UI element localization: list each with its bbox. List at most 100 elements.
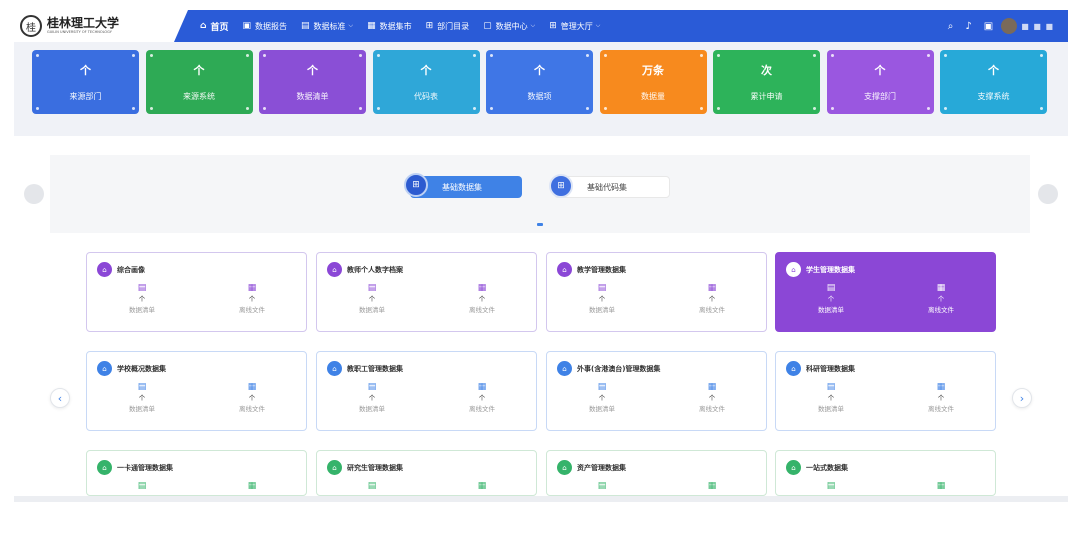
dataset-card[interactable]: ⌂ 教职工管理数据集 ▤ 个数据清单 ▦ 个离线文件 [316, 351, 537, 431]
corner-dot [149, 107, 153, 110]
metric-offline-file[interactable]: ▦ [682, 481, 742, 492]
stat-card-6[interactable]: 次累计申请 [713, 50, 820, 114]
stat-card-8[interactable]: 个支撑系统 [940, 50, 1047, 114]
stat-label: 累计申请 [750, 92, 783, 101]
avatar[interactable] [1001, 18, 1018, 34]
dataset-card[interactable]: ⌂ 综合画像 ▤ 个数据清单 ▦ 个离线文件 [86, 252, 307, 332]
nav-item-1[interactable]: ▣ 数据报告 [242, 21, 287, 32]
carousel-prev-circle[interactable] [24, 184, 44, 204]
file-icon: ▦ [247, 382, 257, 392]
metric-value: 个 [368, 295, 376, 303]
university-logo[interactable]: 桂 桂林理工大学 GUILIN UNIVERSITY OF TECHNOLOGY [14, 10, 188, 42]
metric-offline-file[interactable]: ▦ 个离线文件 [911, 382, 971, 414]
metric-offline-file[interactable]: ▦ [911, 481, 971, 492]
corner-dot [603, 107, 607, 110]
metric-label: 离线文件 [469, 405, 495, 413]
metric-data-list[interactable]: ▤ [572, 481, 632, 492]
nav-item-5[interactable]: ▢ 数据中心 ⌵ [483, 21, 535, 32]
stat-card-5[interactable]: 万条 数据量 [599, 50, 707, 114]
grid-prev-button[interactable]: ‹ [50, 388, 70, 408]
metric-data-list[interactable]: ▤ 个数据清单 [801, 382, 861, 414]
dataset-card[interactable]: ⌂ 外事(含港澳台)管理数据集 ▤ 个数据清单 ▦ 个离线文件 [546, 351, 767, 431]
dataset-card[interactable]: ⌂ 教学管理数据集 ▤ 个数据清单 ▦ 个离线文件 [546, 252, 767, 332]
corner-dot [699, 54, 703, 57]
metric-data-list[interactable]: ▤ 个数据清单 [112, 382, 172, 414]
dataset-card[interactable]: ⌂ 资产管理数据集 ▤ ▦ [546, 450, 767, 496]
metric-data-list[interactable]: ▤ 个数据清单 [342, 283, 402, 315]
corner-dot [36, 107, 39, 110]
list-icon: ▤ [826, 481, 836, 491]
nav-item-2[interactable]: ▤ 数据标准 ⌵ [301, 21, 353, 32]
page: 桂 桂林理工大学 GUILIN UNIVERSITY OF TECHNOLOGY… [0, 0, 1080, 538]
metric-data-list[interactable]: ▤ 个数据清单 [801, 283, 861, 315]
stat-label: 数据量 [641, 92, 665, 101]
corner-dot [472, 107, 476, 110]
metric-label: 离线文件 [699, 306, 725, 314]
metric-data-list[interactable]: ▤ [342, 481, 402, 492]
market-icon: ▦ [367, 21, 376, 31]
metric-value: 个 [248, 295, 256, 303]
file-icon: ▦ [247, 481, 257, 491]
nav-item-label: 首页 [210, 22, 229, 33]
stat-card-1[interactable]: 个来源系统 [145, 50, 253, 114]
dataset-card[interactable]: ⌂ 学校概况数据集 ▤ 个数据清单 ▦ 个离线文件 [86, 351, 307, 431]
nav-item-6[interactable]: ⊞ 管理大厅 ⌵ [549, 21, 600, 32]
metric-data-list[interactable]: ▤ 个数据清单 [572, 382, 632, 414]
grid-next-button[interactable]: › [1012, 388, 1032, 408]
metric-offline-file[interactable]: ▦ 个离线文件 [682, 283, 742, 315]
stat-value: 次 [761, 64, 772, 77]
metric-data-list[interactable]: ▤ [112, 481, 172, 492]
metric-data-list[interactable]: ▤ [801, 481, 861, 492]
metric-data-list[interactable]: ▤ 个数据清单 [112, 283, 172, 315]
stat-card-2[interactable]: 个数据清单 [259, 50, 366, 114]
dataset-card[interactable]: ⌂ 研究生管理数据集 ▤ ▦ [316, 450, 537, 496]
corner-dot [717, 54, 720, 57]
metric-offline-file[interactable]: ▦ 个离线文件 [222, 382, 282, 414]
metric-offline-file[interactable]: ▦ 个离线文件 [911, 283, 971, 315]
chevron-down-icon: ⌵ [595, 22, 601, 29]
file-icon: ▦ [936, 481, 946, 491]
metric-label: 数据清单 [818, 306, 844, 314]
metric-data-list[interactable]: ▤ 个数据清单 [572, 283, 632, 315]
metric-value: 个 [138, 295, 146, 303]
nav-item-4[interactable]: ⊞ 部门目录 [426, 21, 470, 32]
dataset-card[interactable]: ⌂ 教师个人数字档案 ▤ 个数据清单 ▦ 个离线文件 [316, 252, 537, 332]
stat-card-4[interactable]: 个数据项 [486, 50, 593, 114]
metric-offline-file[interactable]: ▦ 个离线文件 [222, 283, 282, 315]
dataset-card[interactable]: ⌂ 学生管理数据集 ▤ 个数据清单 ▦ 个离线文件 [775, 252, 996, 332]
metric-offline-file[interactable]: ▦ [452, 481, 512, 492]
dataset-card[interactable]: ⌂ 一卡通管理数据集 ▤ ▦ [86, 450, 307, 496]
search-icon[interactable]: ⌕ [948, 21, 954, 32]
metric-data-list[interactable]: ▤ 个数据清单 [342, 382, 402, 414]
bell-icon[interactable]: ♪ [965, 21, 971, 32]
metric-offline-file[interactable]: ▦ 个离线文件 [452, 382, 512, 414]
metric-label: 离线文件 [928, 405, 954, 413]
user-name[interactable]: ■ ■ ■ [1021, 22, 1054, 31]
nav-item-label: 数据集市 [379, 21, 412, 31]
chevron-down-icon: ⌵ [348, 22, 354, 29]
corner-dot [586, 54, 589, 57]
dataset-card-title: 教职工管理数据集 [347, 365, 403, 373]
stat-label: 数据清单 [296, 92, 329, 101]
message-icon[interactable]: ▣ [984, 21, 993, 32]
corner-dot [245, 54, 249, 57]
metric-value: 个 [368, 394, 376, 402]
stat-card-7[interactable]: 个支撑部门 [826, 50, 934, 114]
tab-basic-codeset[interactable]: ⊞ 基础代码集 [549, 174, 670, 198]
tab-basic-dataset[interactable]: ⊞ 基础数据集 [404, 173, 522, 198]
metric-offline-file[interactable]: ▦ [222, 481, 282, 492]
header-tools: ⌕ ♪ ▣ ■ ■ ■ [936, 10, 1054, 42]
nav-item-3[interactable]: ▦ 数据集市 [367, 21, 412, 32]
dataset-card[interactable]: ⌂ 科研管理数据集 ▤ 个数据清单 ▦ 个离线文件 [775, 351, 996, 431]
list-icon: ▤ [597, 283, 607, 293]
metric-offline-file[interactable]: ▦ 个离线文件 [452, 283, 512, 315]
carousel-next-circle[interactable] [1038, 184, 1058, 204]
dataset-card-title: 一卡通管理数据集 [117, 464, 173, 472]
nav-item-0[interactable]: ⌂ 首页 [200, 20, 228, 33]
stat-card-0[interactable]: 个来源部门 [32, 50, 139, 114]
stat-label: 支撑系统 [977, 92, 1010, 101]
stat-card-3[interactable]: 个代码表 [372, 50, 480, 114]
metric-offline-file[interactable]: ▦ 个离线文件 [682, 382, 742, 414]
dataset-icon: ⌂ [786, 361, 801, 376]
dataset-card[interactable]: ⌂ 一站式数据集 ▤ ▦ [775, 450, 996, 496]
